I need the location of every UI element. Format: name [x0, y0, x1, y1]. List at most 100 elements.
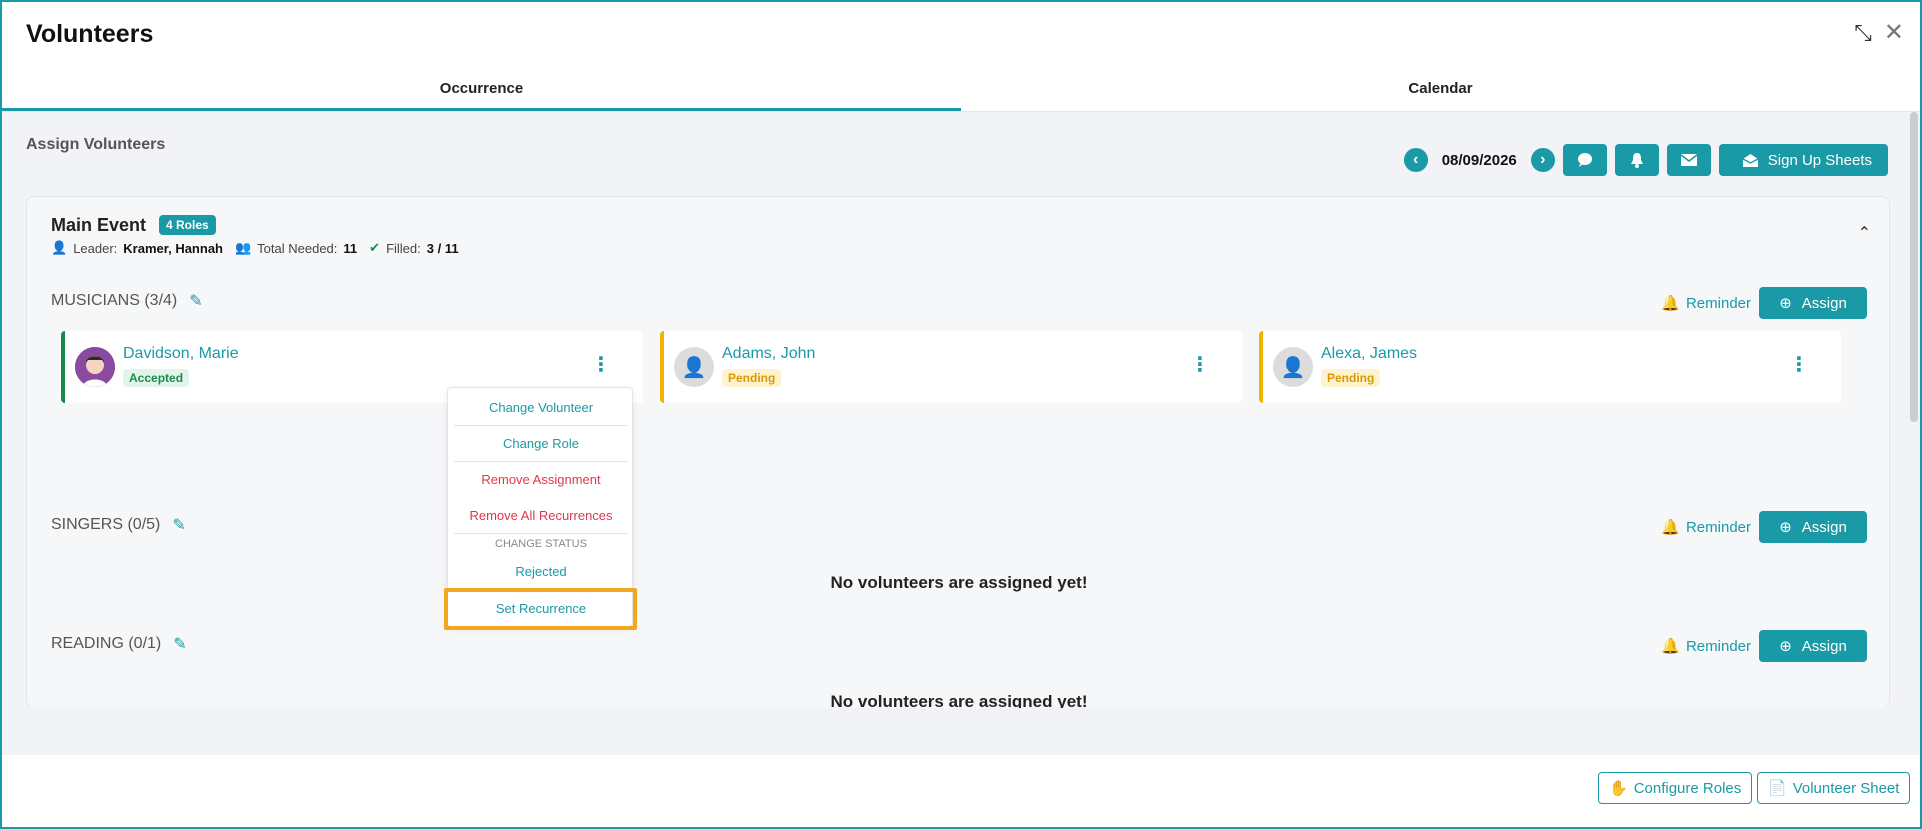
menu-divider	[454, 425, 628, 426]
compress-icon[interactable]: ⤡	[1854, 22, 1872, 44]
envelope-open-icon	[1742, 154, 1758, 167]
menu-item-remove-all-recurrences[interactable]: Remove All Recurrences	[454, 508, 628, 523]
volunteers-modal: Volunteers ⤡ ✕ Occurrence Calendar Assig…	[0, 0, 1922, 829]
avatar: 👤	[674, 347, 714, 387]
edit-icon[interactable]: ✎	[173, 634, 186, 654]
group-icon: 👥	[234, 240, 252, 255]
bell-icon: 🔔	[1661, 295, 1680, 312]
status-badge: Pending	[722, 369, 782, 387]
document-icon: 📄	[1768, 780, 1787, 797]
volunteer-sheet-label: Volunteer Sheet	[1792, 779, 1900, 797]
chevron-up-icon[interactable]: ⌃	[1858, 223, 1871, 243]
prev-date-button[interactable]: ‹	[1403, 148, 1428, 172]
role-heading-singers: SINGERS (0/5) ✎	[51, 515, 186, 535]
check-circle-icon: ✔	[369, 240, 381, 255]
reminder-label: Reminder	[1685, 637, 1751, 655]
more-options-icon[interactable]: ⋮	[591, 355, 611, 375]
assign-button[interactable]: ⊕ Assign	[1759, 287, 1867, 319]
volunteer-card: 👤 Alexa, James Pending ⋮	[1259, 331, 1841, 403]
role-actions-reading: 🔔 Reminder ⊕ Assign	[1661, 630, 1867, 662]
main-content: Assign Volunteers ‹ 08/09/2026 › Sign Up…	[2, 112, 1920, 755]
role-actions-musicians: 🔔 Reminder ⊕ Assign	[1661, 287, 1867, 319]
menu-divider	[454, 533, 628, 534]
menu-item-remove-assignment[interactable]: Remove Assignment	[454, 472, 628, 487]
total-needed-value: 11	[343, 240, 358, 256]
status-badge: Pending	[1321, 369, 1381, 387]
vertical-scrollbar[interactable]	[1910, 112, 1918, 422]
edit-icon[interactable]: ✎	[172, 515, 185, 535]
tab-occurrence[interactable]: Occurrence	[2, 72, 961, 111]
menu-item-change-volunteer[interactable]: Change Volunteer	[454, 400, 628, 415]
edit-icon[interactable]: ✎	[189, 291, 202, 311]
filled-label: Filled:	[386, 240, 421, 256]
role-title: MUSICIANS (3/4)	[51, 292, 178, 309]
assign-label: Assign	[1801, 294, 1847, 312]
user-icon: 👤	[681, 356, 707, 379]
current-date: 08/09/2026	[1441, 151, 1517, 169]
event-meta: 👤 Leader: Kramer, Hannah 👥 Total Needed:…	[51, 240, 459, 256]
tab-bar: Occurrence Calendar	[2, 72, 1920, 112]
envelope-icon	[1680, 154, 1697, 166]
reminder-button[interactable]: 🔔 Reminder	[1661, 518, 1751, 537]
volunteer-sheet-button[interactable]: 📄 Volunteer Sheet	[1757, 772, 1911, 804]
sign-up-sheets-label: Sign Up Sheets	[1767, 151, 1872, 169]
reminder-button[interactable]: 🔔 Reminder	[1661, 637, 1751, 656]
configure-roles-button[interactable]: ✋ Configure Roles	[1598, 772, 1753, 804]
assign-button[interactable]: ⊕ Assign	[1759, 630, 1867, 662]
role-actions-singers: 🔔 Reminder ⊕ Assign	[1661, 511, 1867, 543]
event-card: Main Event 4 Roles 👤 Leader: Kramer, Han…	[26, 196, 1890, 708]
toolbar: ‹ 08/09/2026 › Sign Up Sheets	[1403, 144, 1888, 176]
chevron-left-icon: ‹	[1413, 151, 1419, 168]
status-badge: Accepted	[123, 369, 190, 387]
menu-item-rejected[interactable]: Rejected	[454, 564, 628, 579]
role-heading-musicians: MUSICIANS (3/4) ✎	[51, 291, 203, 311]
bell-icon	[1630, 153, 1643, 168]
role-title: SINGERS (0/5)	[51, 516, 161, 533]
empty-message: No volunteers are assigned yet!	[830, 573, 1088, 592]
close-icon[interactable]: ✕	[1884, 21, 1904, 45]
tab-calendar[interactable]: Calendar	[961, 72, 1920, 111]
empty-message: No volunteers are assigned yet!	[830, 692, 1088, 708]
reminder-label: Reminder	[1685, 294, 1751, 312]
leader-icon: 👤	[51, 240, 68, 255]
volunteer-name[interactable]: Adams, John	[722, 345, 815, 363]
chevron-right-icon: ›	[1540, 151, 1546, 168]
menu-item-change-role[interactable]: Change Role	[454, 436, 628, 451]
menu-section-header: CHANGE STATUS	[495, 538, 587, 550]
avatar-photo	[75, 347, 115, 387]
volunteer-card: 👤 Adams, John Pending ⋮	[660, 331, 1242, 403]
reminder-label: Reminder	[1685, 518, 1751, 536]
assign-label: Assign	[1801, 637, 1847, 655]
window-controls: ⤡ ✕	[1854, 21, 1904, 45]
assign-button[interactable]: ⊕ Assign	[1759, 511, 1867, 543]
total-needed-label: Total Needed:	[257, 240, 338, 256]
user-icon: 👤	[1280, 356, 1306, 379]
modal-title: Volunteers	[26, 20, 154, 48]
more-options-icon[interactable]: ⋮	[1190, 355, 1210, 375]
bell-icon: 🔔	[1661, 519, 1680, 536]
menu-divider	[454, 461, 628, 462]
avatar	[75, 347, 115, 387]
avatar: 👤	[1273, 347, 1313, 387]
plus-circle-icon: ⊕	[1779, 519, 1792, 536]
email-button[interactable]	[1666, 144, 1711, 176]
assign-label: Assign	[1801, 518, 1847, 536]
highlight-frame	[444, 588, 637, 630]
hand-icon: ✋	[1609, 780, 1628, 797]
more-options-icon[interactable]: ⋮	[1789, 355, 1809, 375]
plus-circle-icon: ⊕	[1779, 638, 1792, 655]
event-name: Main Event	[51, 215, 147, 235]
volunteer-name[interactable]: Davidson, Marie	[123, 345, 239, 363]
volunteer-name[interactable]: Alexa, James	[1321, 345, 1417, 363]
reminder-button[interactable]: 🔔 Reminder	[1661, 294, 1751, 313]
section-title: Assign Volunteers	[26, 136, 166, 153]
role-title: READING (0/1)	[51, 635, 162, 652]
chat-bubble-icon	[1577, 153, 1592, 167]
filled-value: 3 / 11	[426, 240, 459, 256]
configure-roles-label: Configure Roles	[1633, 779, 1742, 797]
sign-up-sheets-button[interactable]: Sign Up Sheets	[1718, 144, 1888, 176]
next-date-button[interactable]: ›	[1530, 148, 1555, 172]
message-button[interactable]	[1562, 144, 1607, 176]
leader-label: Leader:	[73, 240, 118, 256]
notify-button[interactable]	[1614, 144, 1659, 176]
